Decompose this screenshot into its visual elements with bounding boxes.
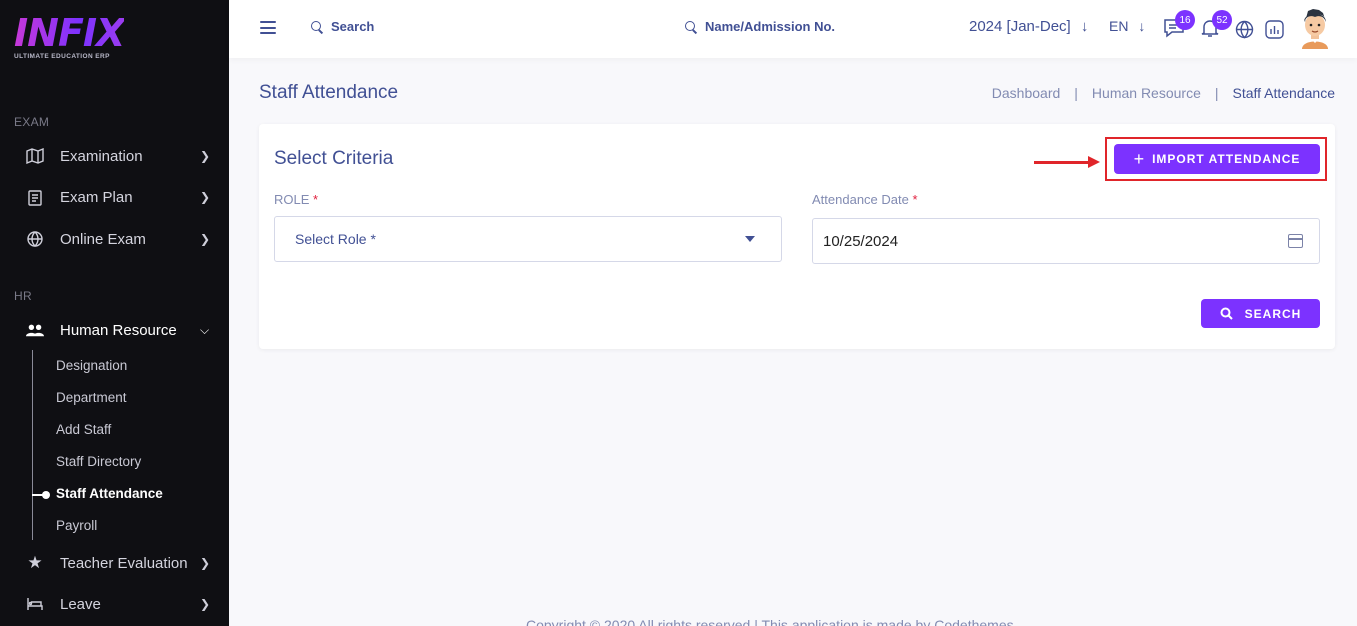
breadcrumb-human-resource[interactable]: Human Resource	[1092, 85, 1201, 101]
attendance-date-input[interactable]: 10/25/2024	[812, 218, 1320, 264]
global-search-label: Search	[331, 19, 375, 34]
logo[interactable]: INFIX ULTIMATE EDUCATION ERP	[14, 11, 125, 60]
sidebar-item-label: Human Resource	[60, 321, 177, 339]
search-icon	[1220, 307, 1233, 320]
search-button[interactable]: SEARCH	[1201, 299, 1320, 328]
breadcrumb: Dashboard | Human Resource | Staff Atten…	[992, 85, 1335, 101]
role-label: ROLE *	[274, 192, 319, 207]
section-label-hr: HR	[14, 289, 32, 303]
clipboard-icon	[26, 188, 44, 206]
caret-down-icon	[745, 236, 755, 242]
calendar-icon[interactable]	[1288, 234, 1303, 248]
session-selector[interactable]: 2024 [Jan-Dec] ↓	[969, 18, 1088, 35]
role-select[interactable]: Select Role *	[274, 216, 782, 262]
breadcrumb-current: Staff Attendance	[1232, 85, 1336, 101]
role-select-value: Select Role *	[295, 231, 376, 247]
sidebar-item-label: Teacher Evaluation	[60, 554, 188, 572]
user-avatar[interactable]	[1299, 7, 1331, 49]
submenu-line	[32, 350, 33, 540]
reports-button[interactable]	[1265, 20, 1287, 42]
users-icon	[26, 321, 44, 339]
language-selector[interactable]: EN ↓	[1109, 18, 1145, 34]
arrow-down-icon: ↓	[1138, 18, 1146, 34]
breadcrumb-separator: |	[1074, 85, 1078, 101]
avatar-icon	[1302, 9, 1328, 49]
sidebar: INFIX ULTIMATE EDUCATION ERP EXAM Examin…	[0, 0, 229, 626]
logo-wordmark: INFIX	[14, 11, 125, 55]
sidebar-item-human-resource[interactable]: Human Resource ⌵	[0, 315, 229, 345]
sidebar-item-exam-plan[interactable]: Exam Plan ❯	[0, 182, 229, 212]
attendance-date-label: Attendance Date *	[812, 192, 918, 207]
top-header: Search Name/Admission No. 2024 [Jan-Dec]…	[229, 0, 1357, 58]
chevron-right-icon: ❯	[200, 232, 211, 246]
search-icon	[685, 20, 697, 33]
sidebar-item-online-exam[interactable]: Online Exam ❯	[0, 224, 229, 254]
sidebar-item-label: Exam Plan	[60, 188, 133, 206]
annotation-arrow	[1034, 161, 1090, 164]
footer-copyright: Copyright © 2020 All rights reserved | T…	[526, 617, 1014, 626]
map-icon	[26, 147, 44, 165]
sidebar-subitem-staff-directory[interactable]: Staff Directory	[56, 454, 141, 469]
global-search[interactable]: Search	[311, 19, 374, 34]
chevron-right-icon: ❯	[200, 149, 211, 163]
star-icon: ★	[27, 553, 43, 572]
student-search[interactable]: Name/Admission No.	[685, 19, 835, 34]
breadcrumb-dashboard[interactable]: Dashboard	[992, 85, 1061, 101]
messages-badge: 16	[1175, 10, 1195, 30]
chevron-right-icon: ❯	[200, 190, 211, 204]
card-title: Select Criteria	[274, 148, 394, 169]
notifications-badge: 52	[1212, 10, 1232, 30]
chevron-right-icon: ❯	[200, 597, 211, 611]
chart-icon	[1265, 20, 1284, 39]
chevron-down-icon: ⌵	[200, 322, 210, 337]
arrow-down-icon: ↓	[1080, 18, 1089, 35]
breadcrumb-separator: |	[1214, 85, 1219, 101]
bed-icon	[26, 595, 44, 613]
logo-tagline: ULTIMATE EDUCATION ERP	[14, 53, 110, 60]
messages-button[interactable]: 16	[1163, 10, 1195, 40]
globe-icon	[26, 230, 44, 248]
sidebar-item-label: Examination	[60, 147, 143, 165]
active-indicator-dot	[42, 491, 50, 499]
website-button[interactable]	[1235, 20, 1257, 42]
attendance-date-value: 10/25/2024	[823, 232, 899, 250]
student-search-label: Name/Admission No.	[705, 19, 836, 34]
page-title: Staff Attendance	[259, 82, 399, 103]
sidebar-item-teacher-evaluation[interactable]: ★ Teacher Evaluation ❯	[0, 548, 229, 578]
menu-toggle-icon[interactable]	[260, 21, 276, 34]
annotation-arrow-head-icon	[1088, 156, 1100, 168]
sidebar-item-examination[interactable]: Examination ❯	[0, 141, 229, 171]
notifications-button[interactable]: 52	[1200, 10, 1232, 40]
sidebar-subitem-staff-attendance[interactable]: Staff Attendance	[56, 486, 163, 501]
globe-icon	[1235, 20, 1254, 39]
language-label: EN	[1109, 18, 1129, 34]
sidebar-item-label: Online Exam	[60, 230, 146, 248]
section-label-exam: EXAM	[14, 115, 50, 129]
annotation-highlight-box	[1105, 137, 1327, 181]
search-button-label: SEARCH	[1244, 306, 1302, 321]
sidebar-item-leave[interactable]: Leave ❯	[0, 589, 229, 619]
sidebar-subitem-add-staff[interactable]: Add Staff	[56, 422, 111, 437]
search-icon	[311, 20, 323, 33]
session-label: 2024 [Jan-Dec]	[969, 18, 1071, 35]
chevron-right-icon: ❯	[200, 556, 211, 570]
sidebar-subitem-designation[interactable]: Designation	[56, 358, 127, 373]
sidebar-subitem-payroll[interactable]: Payroll	[56, 518, 97, 533]
sidebar-subitem-department[interactable]: Department	[56, 390, 127, 405]
sidebar-item-label: Leave	[60, 595, 101, 613]
